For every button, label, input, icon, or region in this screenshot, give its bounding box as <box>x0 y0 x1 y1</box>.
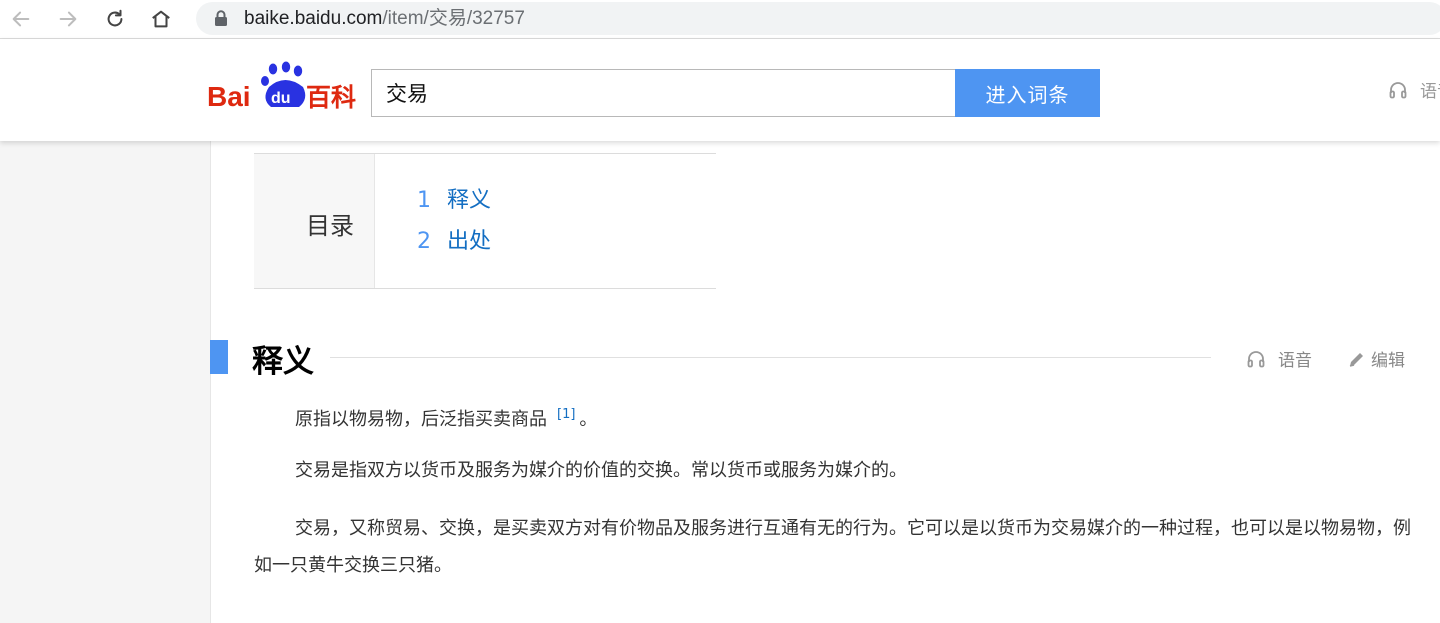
table-of-contents: 目录 1 释义 2 出处 <box>254 153 716 289</box>
baidu-baike-logo[interactable]: du Bai 百科 <box>207 61 359 113</box>
paragraph-3: 交易，又称贸易、交换，是买卖双方对有价物品及服务进行互通有无的行为。它可以是以货… <box>254 518 1411 576</box>
section-divider <box>330 357 1211 358</box>
section-voice-button[interactable]: 语音 <box>1246 346 1312 371</box>
paragraph-1-text: 原指以物易物，后泛指买卖商品 <box>295 409 547 430</box>
toc-item-number: 1 <box>417 188 431 213</box>
reload-icon <box>107 9 123 27</box>
url-path: /item/交易/32757 <box>382 8 525 29</box>
pencil-icon <box>1349 352 1363 367</box>
section-edit-button[interactable]: 编辑 <box>1347 346 1405 371</box>
section-voice-label: 语音 <box>1278 351 1312 371</box>
headphones-icon <box>1247 350 1265 367</box>
toc-item-2[interactable]: 2 出处 <box>417 223 491 255</box>
forward-button[interactable] <box>53 4 83 34</box>
url-text: baike.baidu.com/item/交易/32757 <box>244 8 525 30</box>
back-arrow-icon <box>12 11 30 27</box>
svg-text:Bai: Bai <box>207 81 251 112</box>
svg-text:百科: 百科 <box>306 83 356 112</box>
paragraph-1-end: 。 <box>579 409 598 430</box>
left-gutter <box>0 141 211 623</box>
header-voice-button[interactable]: 语音 <box>1388 77 1440 102</box>
back-button[interactable] <box>6 4 36 34</box>
paragraph-2: 交易是指双方以货币及服务为媒介的价值的交换。常以货币或服务为媒介的。 <box>295 460 907 481</box>
browser-toolbar: baike.baidu.com/item/交易/32757 <box>0 0 1440 39</box>
home-icon <box>152 10 170 28</box>
lock-icon <box>215 10 227 26</box>
reference-link[interactable]: [1] <box>557 407 575 422</box>
toc-item-number: 2 <box>417 229 431 254</box>
toc-item-1[interactable]: 1 释义 <box>417 182 491 214</box>
toc-title: 目录 <box>306 212 354 240</box>
toc-header-cell: 目录 <box>254 154 375 288</box>
section-edit-label: 编辑 <box>1371 351 1405 371</box>
url-host: baike.baidu.com <box>244 8 383 29</box>
reload-button[interactable] <box>100 4 130 34</box>
search-input[interactable] <box>371 69 955 117</box>
section-title: 释义 <box>252 344 314 380</box>
home-button[interactable] <box>146 4 176 34</box>
address-bar[interactable]: baike.baidu.com/item/交易/32757 <box>196 2 1440 35</box>
toc-item-label: 出处 <box>447 229 492 254</box>
headphones-icon <box>1389 81 1407 98</box>
enter-entry-button[interactable]: 进入词条 <box>955 69 1100 117</box>
header-voice-label: 语音 <box>1420 82 1440 102</box>
svg-text:du: du <box>271 90 291 107</box>
site-header: du Bai 百科 进入词条 语音 <box>0 39 1440 141</box>
toc-item-label: 释义 <box>447 188 492 213</box>
paragraph-1: 原指以物易物，后泛指买卖商品 [1] 。 <box>254 396 1414 438</box>
forward-arrow-icon <box>59 11 77 27</box>
section-marker <box>210 340 228 374</box>
